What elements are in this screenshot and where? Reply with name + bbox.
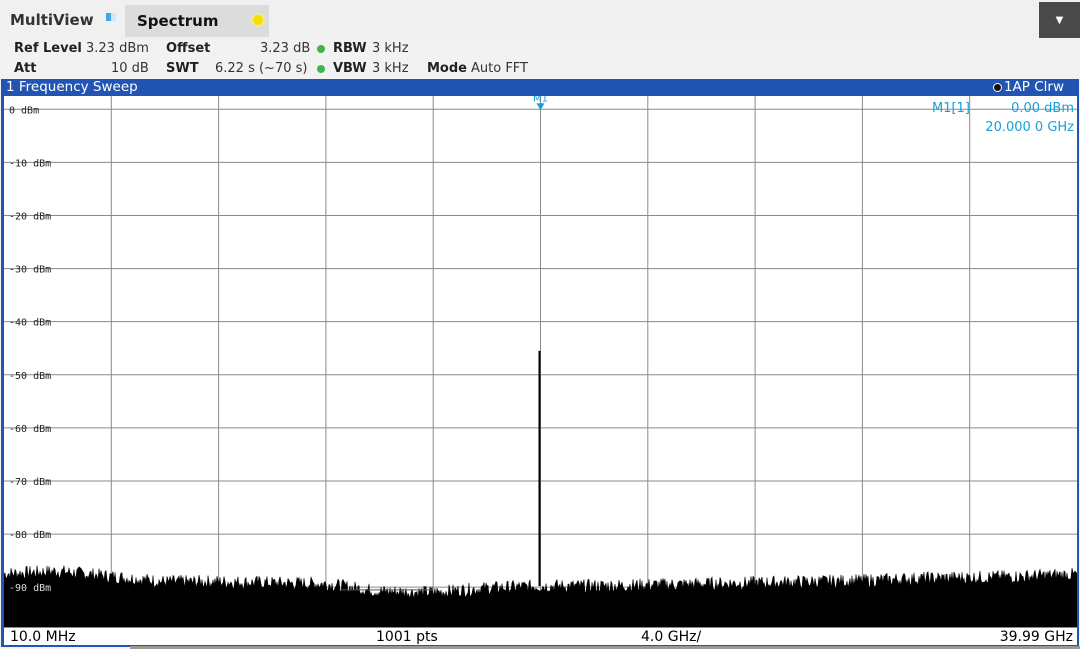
y-tick-label: -90 dBm <box>9 583 51 594</box>
y-tick-label: -70 dBm <box>9 477 51 488</box>
rbw-label: RBW <box>333 41 367 56</box>
mode-value[interactable]: Auto FFT <box>471 61 528 76</box>
spectrum-svg: 0 dBm -10 dBm -20 dBm -30 dBm -40 dBm -50 dBm… <box>4 96 1077 627</box>
att-label: Att <box>14 61 37 76</box>
channel-active-icon <box>253 15 263 25</box>
ref-level-label: Ref Level <box>14 41 82 56</box>
marker-m1-tag: M1 <box>533 96 548 104</box>
tab-spectrum-label: Spectrum <box>137 12 219 30</box>
marker-readout: M1[1] 0.00 dBm 20.000 0 GHz <box>932 101 1074 135</box>
stop-frequency[interactable]: 39.99 GHz <box>1000 628 1073 646</box>
frequency-sweep-window: 1 Frequency Sweep 1AP Clrw 0 dBm -10 dBm -… <box>1 79 1079 647</box>
marker-readout-frequency: 20.000 0 GHz <box>985 120 1074 135</box>
ref-level-value[interactable]: 3.23 dBm <box>86 41 149 56</box>
spectrum-plot[interactable]: 0 dBm -10 dBm -20 dBm -30 dBm -40 dBm -50 dBm… <box>4 96 1077 627</box>
y-tick-label: -10 dBm <box>9 158 51 169</box>
vbw-label: VBW <box>333 61 367 76</box>
y-tick-label: -40 dBm <box>9 318 51 329</box>
swt-label: SWT <box>166 61 199 76</box>
trace-group <box>4 350 1077 627</box>
window-title: 1 Frequency Sweep <box>6 79 138 95</box>
frequency-status-bar: 10.0 MHz 1001 pts 4.0 GHz/ 39.99 GHz <box>4 627 1077 645</box>
tab-multiview-label: MultiView <box>10 11 94 29</box>
marker-readout-label: M1[1] <box>932 101 970 116</box>
window-title-bar: 1 Frequency Sweep 1AP Clrw <box>1 79 1079 96</box>
trace-indicator-icon <box>993 83 1002 92</box>
y-tick-label: -60 dBm <box>9 424 51 435</box>
tab-spectrum[interactable]: Spectrum <box>125 5 269 37</box>
start-frequency[interactable]: 10.0 MHz <box>10 628 76 646</box>
menu-button[interactable]: ▼ <box>1039 2 1080 38</box>
y-tick-labels: 0 dBm -10 dBm -20 dBm -30 dBm -40 dBm -50 dBm… <box>9 105 51 594</box>
rbw-coupled-indicator <box>317 45 325 53</box>
y-tick-label: -30 dBm <box>9 265 51 276</box>
vbw-coupled-indicator <box>317 65 325 73</box>
marker-readout-level: 0.00 dBm <box>1011 101 1074 116</box>
tab-multiview[interactable]: MultiView <box>0 5 122 35</box>
offset-value[interactable]: 3.23 dB <box>260 41 310 56</box>
offset-label: Offset <box>166 41 211 56</box>
trace-label[interactable]: 1AP Clrw <box>1004 79 1064 96</box>
y-tick-label: -80 dBm <box>9 530 51 541</box>
y-tick-label: -50 dBm <box>9 371 51 382</box>
measurement-settings: Ref Level 3.23 dBm Offset 3.23 dB RBW 3 … <box>0 40 1080 80</box>
marker-group: M1 <box>533 96 548 111</box>
att-value[interactable]: 10 dB <box>111 61 149 76</box>
y-tick-label: 0 dBm <box>9 105 39 116</box>
swt-value[interactable]: 6.22 s (~70 s) <box>215 61 307 76</box>
vbw-value[interactable]: 3 kHz <box>372 61 409 76</box>
rbw-value[interactable]: 3 kHz <box>372 41 409 56</box>
top-tab-bar: MultiView Spectrum ▼ <box>0 0 1080 40</box>
sweep-points: 1001 pts <box>376 629 438 645</box>
y-tick-label: -20 dBm <box>9 211 51 222</box>
span-per-division: 4.0 GHz/ <box>641 629 702 645</box>
mode-label: Mode <box>427 61 467 76</box>
multiview-icon <box>106 13 116 21</box>
dropdown-arrow-icon: ▼ <box>1055 14 1064 26</box>
